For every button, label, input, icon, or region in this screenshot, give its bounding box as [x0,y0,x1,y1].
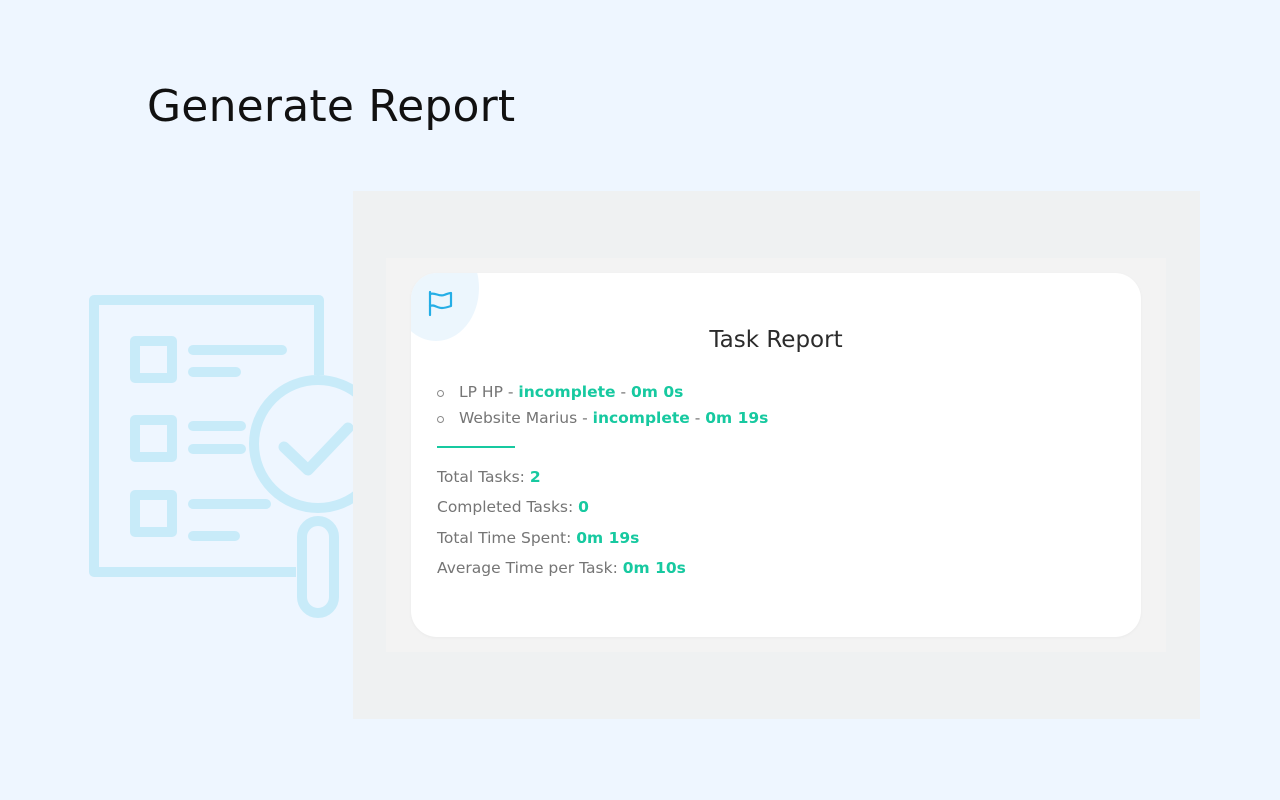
page-title: Generate Report [147,81,516,132]
report-checklist-magnifier-icon [89,295,387,618]
task-name: Website Marius [459,408,578,427]
report-title: Task Report [709,327,843,353]
list-item: LP HP - incomplete - 0m 0s [437,380,768,406]
total-time-value: 0m 19s [576,528,640,547]
average-time-value: 0m 10s [622,558,686,577]
bullet-icon [437,415,444,423]
completed-tasks-value: 0 [578,498,589,517]
stat-label: Total Time Spent: [437,528,572,547]
flag-icon [428,290,453,317]
task-time: 0m 19s [705,408,769,427]
task-status: incomplete [592,408,690,427]
total-time-row: Total Time Spent: 0m 19s [437,523,686,553]
task-name: LP HP [459,383,503,401]
stat-label: Completed Tasks: [437,498,574,517]
report-stats: Total Tasks: 2 Completed Tasks: 0 Total … [437,462,686,583]
task-list: LP HP - incomplete - 0m 0s Website Mariu… [437,380,768,431]
divider [437,446,515,448]
completed-tasks-row: Completed Tasks: 0 [437,492,686,522]
stat-label: Average Time per Task: [437,558,618,577]
bullet-icon [437,390,444,397]
task-report-card: Task Report LP HP - incomplete - 0m 0s W… [411,273,1141,637]
total-tasks-row: Total Tasks: 2 [437,462,686,492]
task-time: 0m 0s [631,383,684,401]
stat-label: Total Tasks: [437,468,525,486]
list-item: Website Marius - incomplete - 0m 19s [437,406,768,432]
task-status: incomplete [518,383,616,401]
average-time-row: Average Time per Task: 0m 10s [437,553,686,583]
total-tasks-value: 2 [529,468,541,486]
